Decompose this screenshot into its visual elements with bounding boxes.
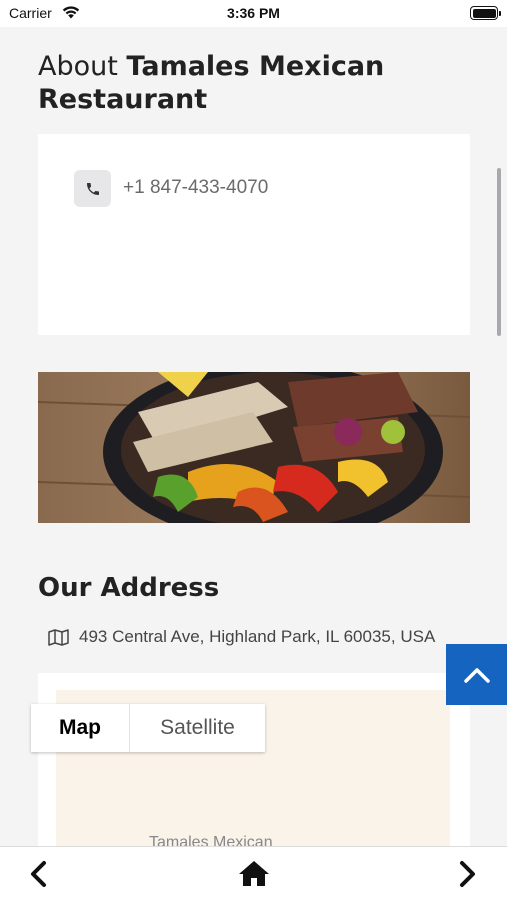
fajita-food-photo	[38, 372, 470, 523]
chevron-left-icon[interactable]	[28, 860, 50, 893]
status-bar: Carrier 3:36 PM	[0, 0, 507, 27]
address-row: 493 Central Ave, Highland Park, IL 60035…	[48, 627, 435, 647]
phone-icon[interactable]	[74, 170, 111, 207]
address-text: 493 Central Ave, Highland Park, IL 60035…	[79, 627, 436, 646]
about-prefix: About	[38, 51, 127, 82]
map-type-toggle: Map Satellite	[31, 704, 265, 752]
phone-number-link[interactable]: +1 847-433-4070	[123, 177, 268, 199]
page-scrollbar[interactable]	[497, 168, 501, 336]
bottom-navigation	[0, 846, 507, 900]
battery-icon	[470, 6, 501, 20]
address-section-title: Our Address	[38, 573, 220, 603]
map-tab-map[interactable]: Map	[31, 704, 129, 752]
clock: 3:36 PM	[227, 5, 280, 21]
scroll-to-top-button[interactable]	[446, 644, 507, 705]
map-tab-satellite[interactable]: Satellite	[129, 704, 265, 752]
home-icon[interactable]	[238, 859, 270, 892]
map-icon	[48, 628, 69, 646]
map-card	[38, 673, 470, 860]
chevron-up-icon	[463, 667, 490, 683]
chevron-right-icon[interactable]	[456, 860, 478, 893]
page-title: About Tamales Mexican Restaurant	[38, 50, 418, 116]
contact-card: +1 847-433-4070	[38, 134, 470, 335]
